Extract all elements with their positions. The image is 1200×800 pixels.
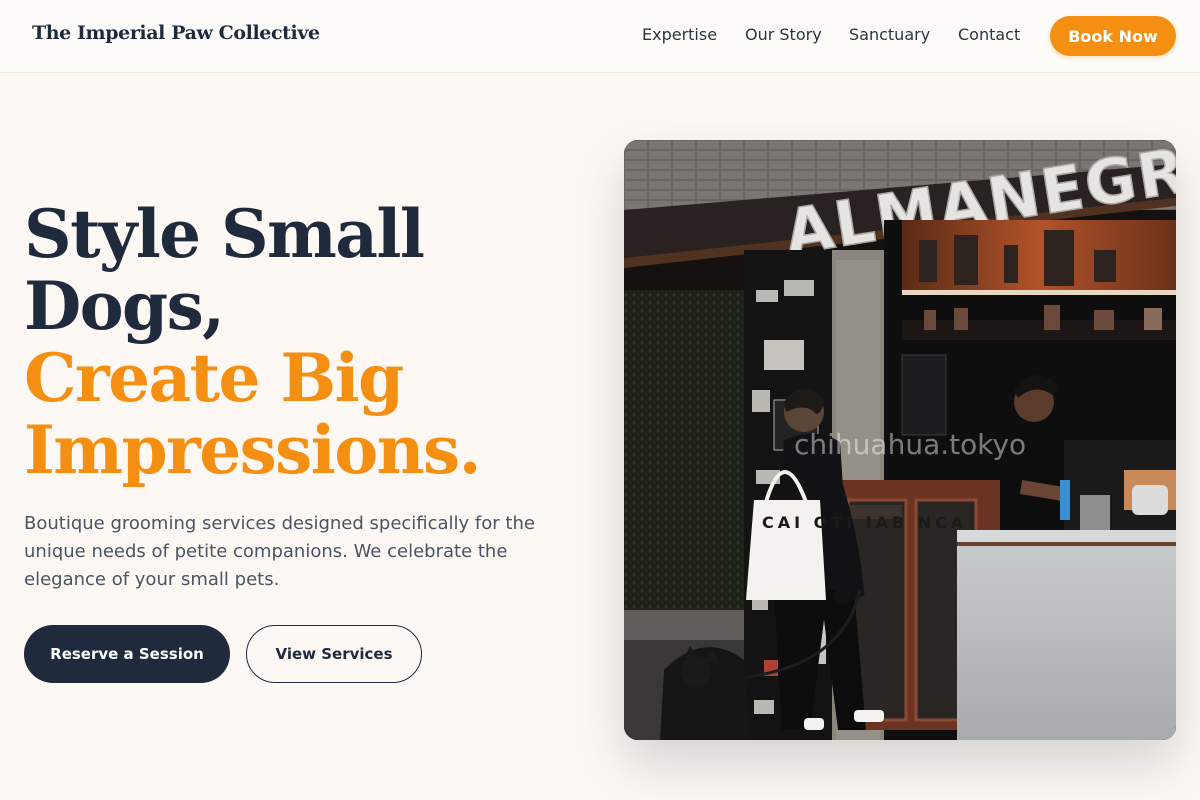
hero-title: Style Small Dogs, Create Big Impressions…	[24, 198, 584, 486]
brand-logo[interactable]: The Imperial Paw Collective	[32, 22, 320, 44]
hero-photo: ALMANEGRA CAI OTI IAB NCA chihuahua.toky…	[624, 140, 1176, 740]
nav-link-our-story[interactable]: Our Story	[745, 25, 822, 44]
nav-link-sanctuary[interactable]: Sanctuary	[849, 25, 930, 44]
hero-title-line-3: Create Big	[24, 339, 404, 417]
book-now-button[interactable]: Book Now	[1050, 16, 1176, 56]
hero-title-line-1: Style Small	[24, 195, 425, 273]
tote-bag-text: CAI OTI IAB NCA	[762, 513, 967, 532]
hero-description: Boutique grooming services designed spec…	[24, 513, 535, 590]
hero-title-line-2: Dogs,	[24, 267, 225, 345]
view-services-button[interactable]: View Services	[246, 625, 422, 683]
storefront-illustration: ALMANEGRA CAI OTI IAB NCA chihuahua.toky…	[624, 140, 1176, 740]
reserve-session-button[interactable]: Reserve a Session	[24, 625, 230, 683]
hero-title-line-4: Impressions.	[24, 411, 482, 489]
nav-link-expertise[interactable]: Expertise	[642, 25, 717, 44]
image-watermark: chihuahua.tokyo	[794, 428, 1026, 461]
site-header: The Imperial Paw Collective Expertise Ou…	[0, 0, 1200, 73]
nav-link-contact[interactable]: Contact	[958, 25, 1020, 44]
